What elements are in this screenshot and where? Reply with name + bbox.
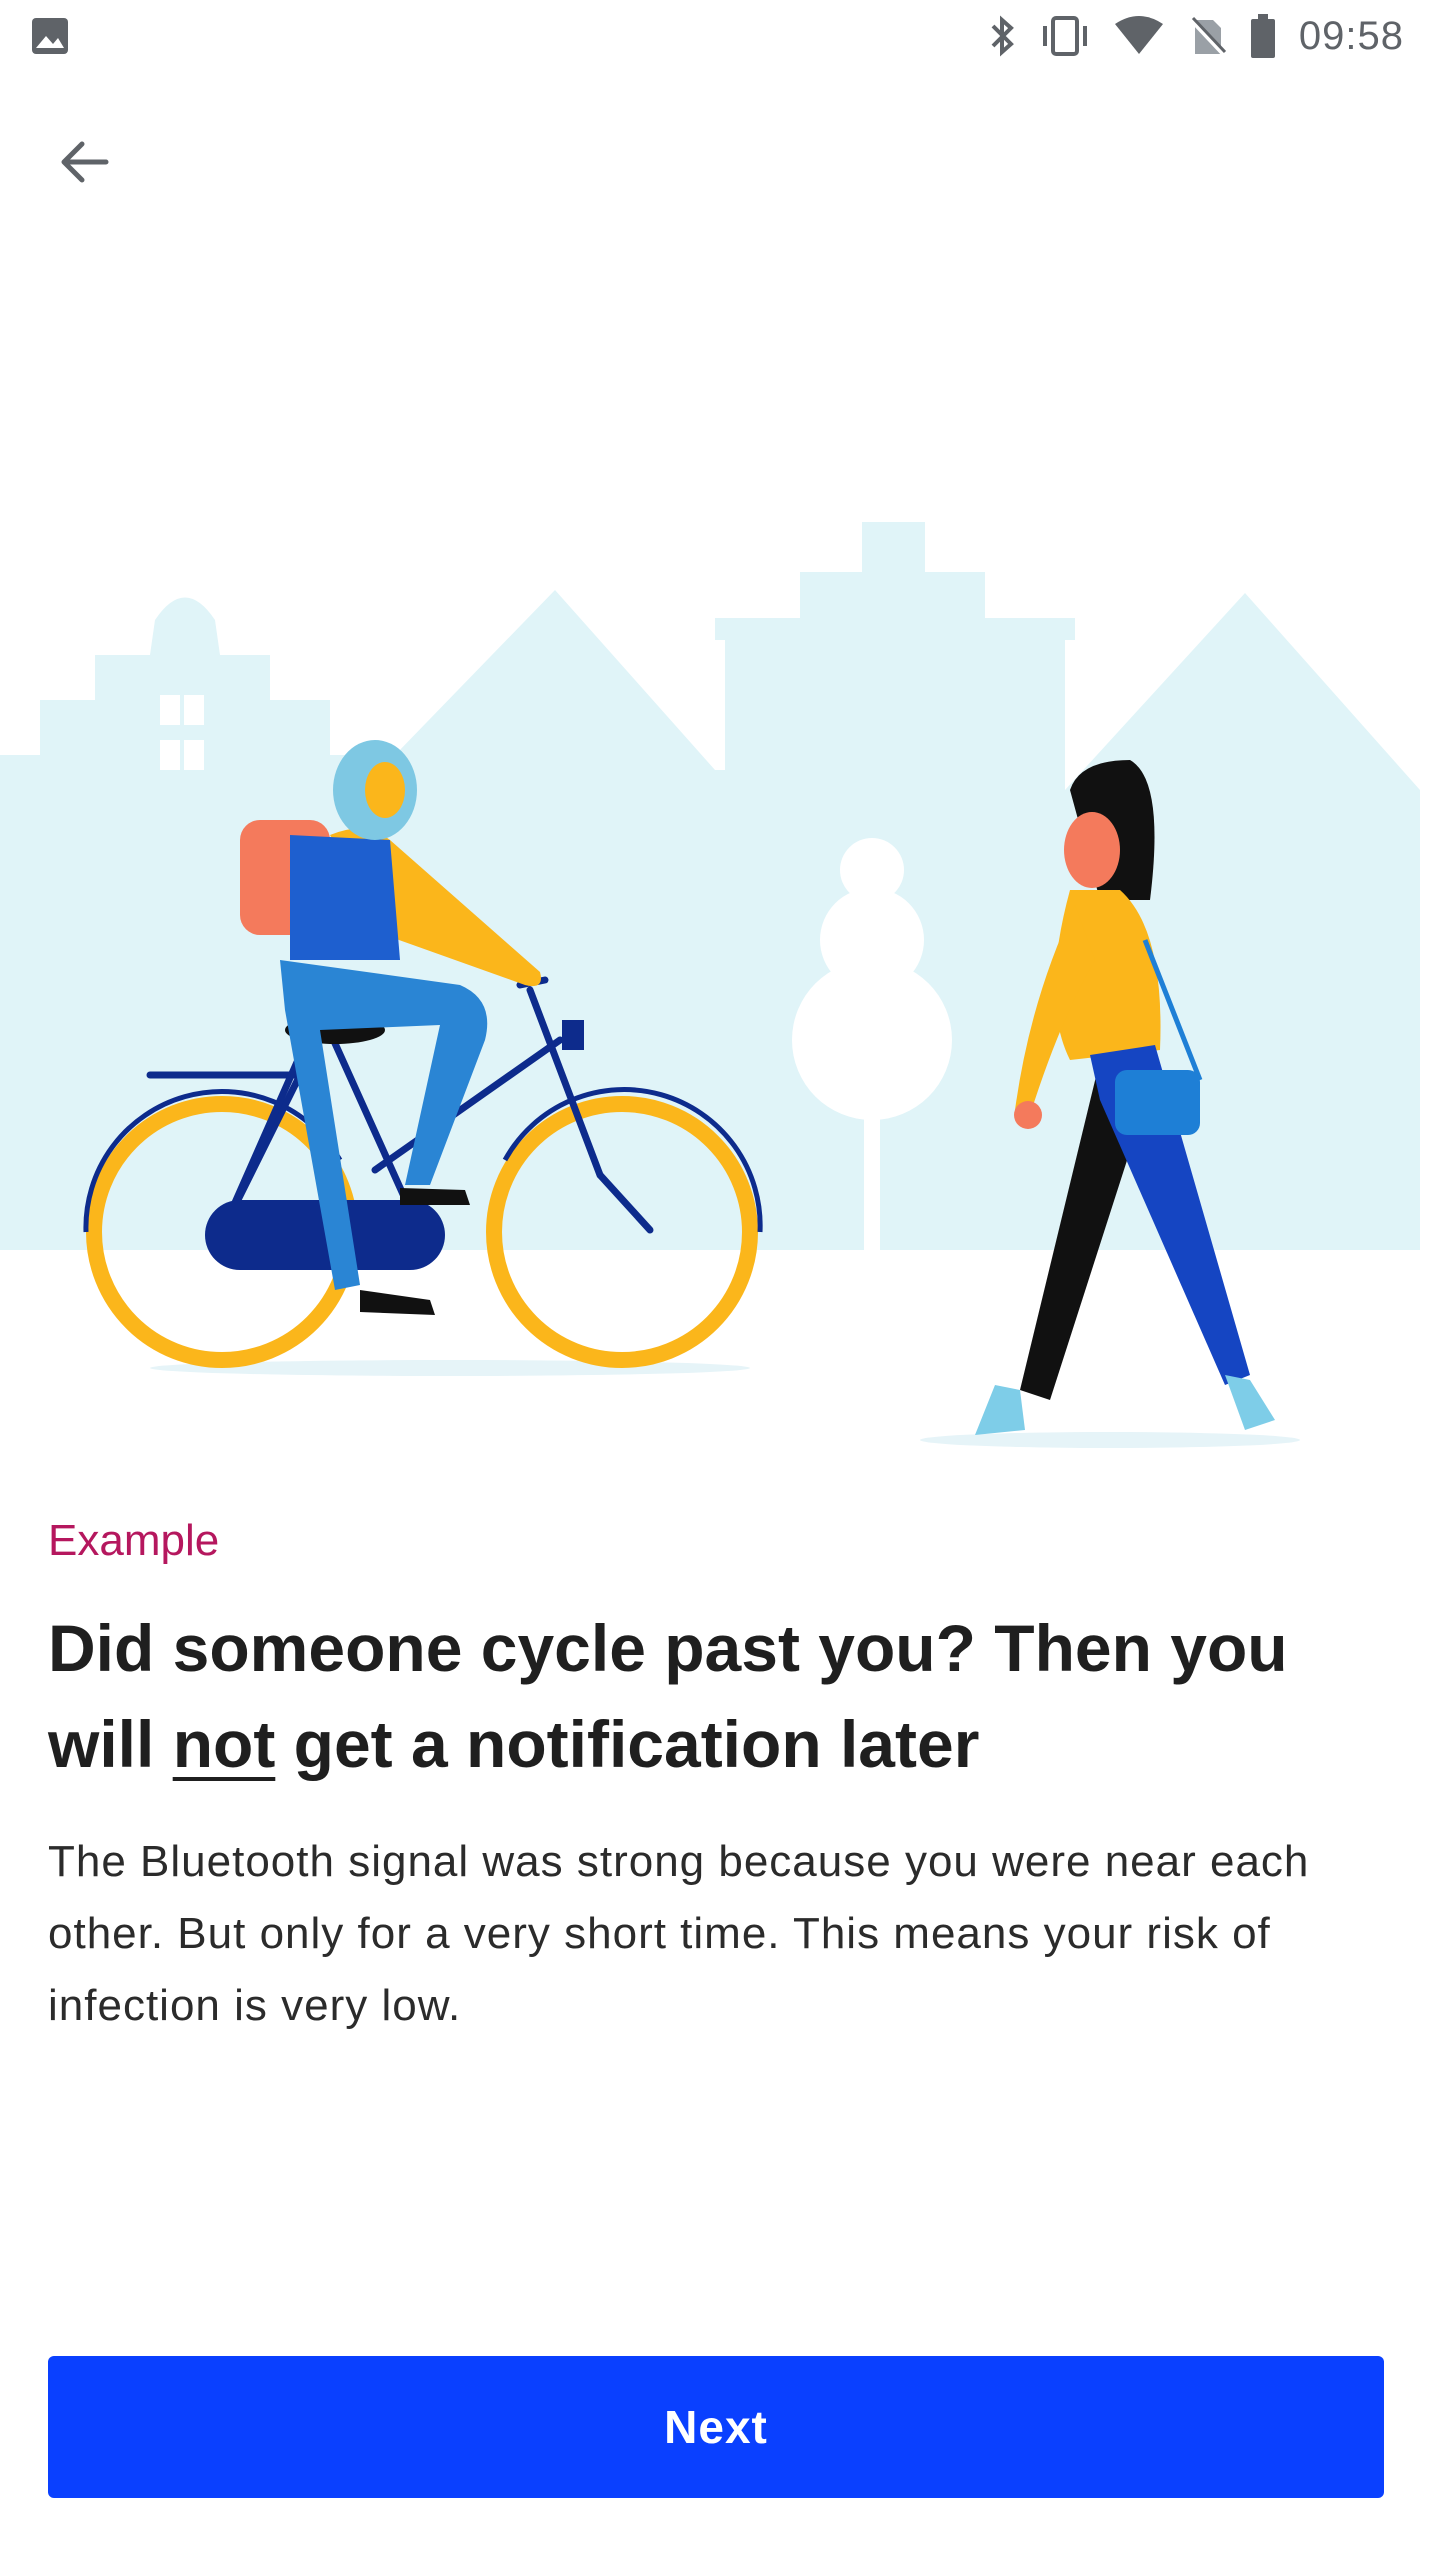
title-part-2: get a notification later: [275, 1707, 980, 1781]
wifi-icon: [1114, 16, 1163, 54]
battery-icon: [1250, 14, 1275, 58]
title-emphasis: not: [172, 1707, 276, 1781]
status-bar: 09:58: [0, 0, 1440, 72]
page-title: Did someone cycle past you? Then you wil…: [48, 1600, 1388, 1792]
explanation-text: The Bluetooth signal was strong because …: [48, 1837, 1310, 2030]
vibrate-icon: [1042, 16, 1087, 56]
bluetooth-icon: [991, 15, 1014, 57]
image-icon: [32, 18, 68, 54]
status-time: 09:58: [1298, 13, 1404, 58]
example-label: Example: [48, 1516, 220, 1565]
arrow-left-icon: [61, 141, 109, 183]
no-sim-icon: [1189, 16, 1226, 56]
cycling-passerby-illustration: [0, 522, 1420, 1448]
next-button[interactable]: Next: [48, 2356, 1384, 2498]
back-button[interactable]: [34, 112, 134, 212]
